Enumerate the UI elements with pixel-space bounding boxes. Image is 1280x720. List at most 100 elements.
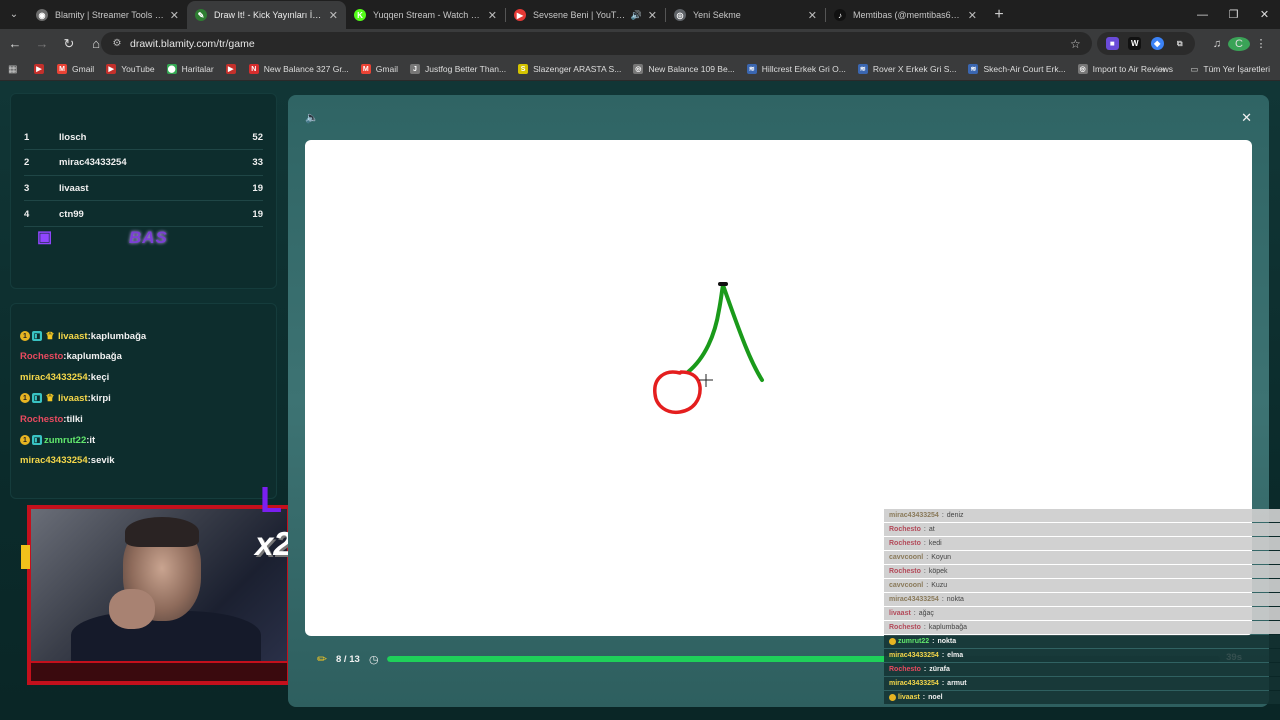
tab-close-icon[interactable]: ✕ bbox=[648, 9, 657, 22]
leaderboard-score: 33 bbox=[252, 157, 263, 169]
bookmark-item[interactable]: ▶ YouTube bbox=[106, 64, 155, 74]
extension-icon[interactable]: ◆ bbox=[1150, 37, 1164, 50]
extension-icon[interactable]: W bbox=[1128, 37, 1142, 50]
sound-toggle-icon[interactable]: 🔈 bbox=[305, 111, 319, 124]
bookmark-item[interactable]: S Slazenger ARASTA S... bbox=[518, 64, 621, 74]
tab-strip: ⌄ ◉ Blamity | Streamer Tools & Party ✕ ✎ Dra… bbox=[0, 0, 1280, 29]
bookmark-item[interactable]: ≋ Hillcrest Erkek Gri O... bbox=[746, 64, 846, 74]
overlay-chat-separator: : bbox=[923, 666, 927, 673]
bookmark-item[interactable]: ≋ Skech-Air Court Erk... bbox=[968, 64, 1066, 74]
all-bookmarks[interactable]: ▭ Tüm Yer İşaretleri bbox=[1190, 64, 1270, 75]
overlay-chat-separator: : bbox=[923, 526, 926, 533]
tab-close-icon[interactable]: ✕ bbox=[329, 9, 338, 22]
overlay-chat-separator: : bbox=[941, 652, 945, 659]
bookmark-item[interactable]: ▶ bbox=[225, 64, 241, 74]
bookmark-favicon-icon: ▶ bbox=[225, 64, 236, 74]
bookmarks-overflow-icon[interactable]: » bbox=[1160, 64, 1166, 75]
bookmark-item[interactable]: M Gmail bbox=[360, 64, 398, 74]
leaderboard-score: 19 bbox=[252, 182, 263, 194]
overlay-chat-username: mirac43433254 bbox=[889, 596, 939, 603]
leaderboard-row: 4 ctn99 19 bbox=[24, 202, 263, 228]
overlay-chat-message: Rochesto: köpek bbox=[884, 565, 1280, 578]
profile-avatar[interactable]: C bbox=[1228, 36, 1250, 51]
chat-message: 1 ◨ zumrut22:it bbox=[20, 432, 275, 448]
overlay-chat-text: elma bbox=[947, 652, 964, 659]
webcam-overlay: L x2 bbox=[21, 479, 292, 685]
bookmark-label: Hillcrest Erkek Gri O... bbox=[761, 64, 846, 74]
overlay-chat-username: Rochesto bbox=[889, 568, 921, 575]
overlay-accent bbox=[21, 545, 30, 569]
back-button[interactable]: ← bbox=[3, 32, 27, 56]
close-game-button[interactable]: ✕ bbox=[1241, 110, 1252, 126]
bookmark-label: Gmail bbox=[72, 64, 95, 74]
tab-close-icon[interactable]: ✕ bbox=[170, 9, 179, 22]
browser-tab[interactable]: ♪ Memtibas (@memtibas6) | TikTok ✕ bbox=[826, 1, 985, 29]
bookmark-favicon-icon: ◎ bbox=[633, 64, 644, 74]
site-info-icon[interactable]: ⚙ bbox=[110, 37, 124, 51]
overlay-chat-message: cavvcoonl: Koyun bbox=[884, 551, 1280, 564]
overlay-chat-separator: : bbox=[923, 568, 926, 575]
chat-message: 1 ◨ ♛ livaast:kirpi bbox=[20, 390, 275, 406]
leaderboard-name: livaast bbox=[59, 182, 89, 194]
bookmark-label: Gmail bbox=[375, 64, 398, 74]
overlay-chat-message: livaast: noel bbox=[884, 691, 1280, 704]
restore-icon[interactable]: ❐ bbox=[1218, 0, 1249, 29]
browser-tab[interactable]: K Yuqqen Stream - Watch Live on Kick ✕ bbox=[346, 1, 505, 29]
menu-kebab-icon[interactable]: ⋮ bbox=[1250, 37, 1272, 50]
new-tab-button[interactable]: + bbox=[985, 1, 1013, 29]
bookmark-item[interactable]: ▶ bbox=[34, 64, 49, 74]
address-bar[interactable]: ⚙ drawit.blamity.com/tr/game ☆ bbox=[101, 32, 1092, 55]
chat-text: :it bbox=[86, 434, 96, 446]
bookmark-star-icon[interactable]: ☆ bbox=[1070, 37, 1092, 51]
tab-favicon-icon: ◎ bbox=[674, 9, 686, 21]
bookmark-item[interactable]: ⬤ Haritalar bbox=[166, 64, 214, 74]
extension-icon[interactable]: ■ bbox=[1105, 37, 1119, 50]
webcam-person-hand bbox=[109, 589, 155, 629]
bookmark-item[interactable]: N New Balance 327 Gr... bbox=[248, 64, 349, 74]
chat-username: Rochesto bbox=[20, 351, 64, 363]
overlay-chat-text: Koyun bbox=[931, 554, 952, 561]
tab-search-button[interactable]: ⌄ bbox=[0, 0, 28, 29]
stream-chat-overlay: mirac43433254: deniz Rochesto: at Rochesto: k… bbox=[884, 509, 1280, 720]
brand-logo: BAS bbox=[129, 228, 168, 247]
overlay-chat-message: Rochesto: zürafa bbox=[884, 663, 1280, 676]
chat-text: :sevik bbox=[87, 455, 115, 467]
reload-button[interactable]: ↻ bbox=[57, 32, 81, 56]
webcam-frame bbox=[27, 505, 291, 665]
leaderboard-rank: 3 bbox=[24, 182, 30, 194]
forward-button[interactable]: → bbox=[30, 32, 54, 56]
bookmark-list: ▶ M Gmail ▶ YouTube ⬤ Haritalar ▶ N New Balance 3… bbox=[34, 64, 1185, 74]
bookmark-item[interactable]: M Gmail bbox=[57, 64, 94, 74]
overlay-chat-username: livaast bbox=[898, 694, 920, 701]
gold-badge-icon: 1 bbox=[20, 435, 30, 445]
overlay-chat-username: Rochesto bbox=[889, 526, 921, 533]
close-window-icon[interactable]: ✕ bbox=[1249, 0, 1280, 29]
bookmark-item[interactable]: ◎ New Balance 109 Be... bbox=[633, 64, 735, 74]
minimize-icon[interactable]: — bbox=[1187, 0, 1218, 29]
chat-message: Rochesto:kaplumbağa bbox=[20, 349, 275, 365]
bookmark-item[interactable]: J Justfog Better Than... bbox=[409, 64, 506, 74]
browser-tab[interactable]: ✎ Draw It! - Kick Yayınları İçin Çizim ✕ bbox=[187, 1, 346, 29]
overlay-letter: L bbox=[260, 479, 282, 520]
tab-close-icon[interactable]: ✕ bbox=[968, 9, 977, 22]
extensions-puzzle-icon[interactable]: ⧉ bbox=[1173, 37, 1186, 50]
browser-tab[interactable]: ▶ Sevsene Beni | YouTube Music 🔊 ✕ bbox=[506, 1, 665, 29]
browser-tab[interactable]: ◉ Blamity | Streamer Tools & Party ✕ bbox=[28, 1, 187, 29]
tab-close-icon[interactable]: ✕ bbox=[808, 9, 817, 22]
bookmark-item[interactable]: ≋ Rover X Erkek Gri S... bbox=[857, 64, 956, 74]
leaderboard-rank: 1 bbox=[24, 131, 30, 143]
browser-tab[interactable]: ◎ Yeni Sekme ✕ bbox=[666, 1, 825, 29]
timer-icon: ◷ bbox=[369, 653, 379, 666]
chat-text: :kaplumbağa bbox=[87, 330, 147, 342]
round-counter: 8 / 13 bbox=[336, 653, 360, 665]
twitch-icon: ▣ bbox=[37, 229, 53, 246]
apps-grid-icon[interactable]: ▦ bbox=[8, 64, 22, 75]
bookmark-item[interactable]: ◎ Import to Air Reviews bbox=[1077, 64, 1173, 74]
overlay-chat-message: zumrut22: nokta bbox=[884, 635, 1280, 648]
media-control-icon[interactable]: ♫ bbox=[1206, 38, 1228, 50]
chat-text: :kaplumbağa bbox=[63, 351, 122, 363]
tab-audio-icon[interactable]: 🔊 bbox=[631, 10, 642, 21]
tab-close-icon[interactable]: ✕ bbox=[488, 9, 497, 22]
tab-favicon-icon: ◉ bbox=[36, 9, 48, 21]
time-progress-fill bbox=[387, 656, 904, 662]
